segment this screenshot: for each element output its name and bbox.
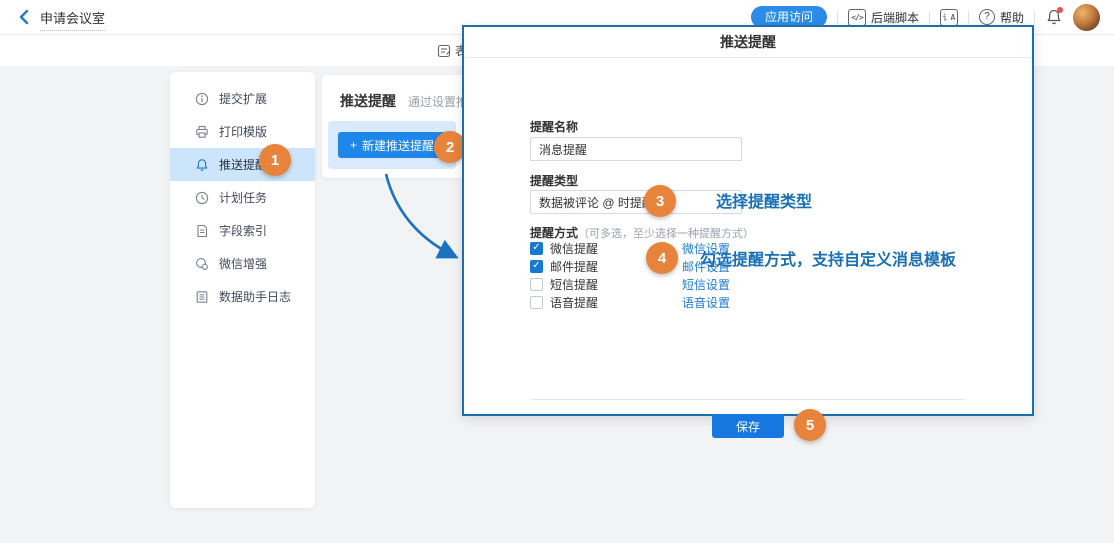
method-label: 语音提醒 bbox=[550, 294, 616, 311]
backend-script-button[interactable]: </> 后端脚本 bbox=[848, 9, 919, 26]
bell-icon bbox=[195, 158, 209, 172]
separator bbox=[968, 11, 969, 24]
method-row-voice: ✓ 语音提醒 语音设置 bbox=[530, 293, 730, 311]
code-icon: </> bbox=[848, 9, 866, 26]
email-checkbox[interactable]: ✓ bbox=[530, 260, 543, 273]
sidebar-item-label: 提交扩展 bbox=[219, 90, 267, 107]
sidebar-item-label: 计划任务 bbox=[219, 189, 267, 206]
method-label: 邮件提醒 bbox=[550, 258, 616, 275]
back-chevron-icon[interactable] bbox=[16, 8, 34, 26]
new-push-reminder-label: 新建推送提醒 bbox=[362, 137, 434, 154]
step-badge-5: 5 bbox=[794, 409, 826, 441]
user-avatar[interactable] bbox=[1073, 4, 1100, 31]
notification-dot bbox=[1057, 7, 1063, 13]
separator bbox=[929, 11, 930, 24]
document-icon bbox=[195, 224, 209, 238]
form-edit-icon bbox=[437, 44, 451, 58]
plus-icon: + bbox=[350, 138, 357, 152]
reminder-type-select[interactable] bbox=[530, 190, 742, 214]
clock-icon bbox=[195, 191, 209, 205]
wechat-icon bbox=[195, 257, 209, 271]
modal-divider bbox=[530, 399, 966, 400]
settings-sidebar: 提交扩展 打印模版 推送提醒 计划任务 字段索引 bbox=[170, 72, 315, 508]
info-icon bbox=[195, 92, 209, 106]
sms-checkbox[interactable]: ✓ bbox=[530, 278, 543, 291]
translate-icon[interactable]: 讠A bbox=[940, 9, 958, 26]
sidebar-item-label: 字段索引 bbox=[219, 222, 267, 239]
method-label: 微信提醒 bbox=[550, 240, 616, 257]
type-annotation: 选择提醒类型 bbox=[716, 188, 812, 212]
save-button[interactable]: 保存 bbox=[712, 414, 784, 438]
sidebar-item-field-index[interactable]: 字段索引 bbox=[170, 214, 315, 247]
backend-script-label: 后端脚本 bbox=[871, 9, 919, 26]
notification-bell-icon[interactable] bbox=[1045, 8, 1063, 26]
separator bbox=[837, 11, 838, 24]
reminder-name-label: 提醒名称 bbox=[530, 118, 578, 135]
help-button[interactable]: ? 帮助 bbox=[979, 9, 1024, 26]
printer-icon bbox=[195, 125, 209, 139]
push-reminder-modal: 推送提醒 提醒名称 提醒类型 3 选择提醒类型 提醒方式（可多选，至少选择一种提… bbox=[462, 25, 1034, 416]
sidebar-item-label: 数据助手日志 bbox=[219, 288, 291, 305]
method-label: 短信提醒 bbox=[550, 276, 616, 293]
panel-title: 推送提醒 bbox=[340, 91, 396, 111]
log-icon bbox=[195, 290, 209, 304]
tab-form-design[interactable]: 表 bbox=[437, 42, 464, 59]
method-row-sms: ✓ 短信提醒 短信设置 bbox=[530, 275, 730, 293]
sidebar-item-scheduled-task[interactable]: 计划任务 bbox=[170, 181, 315, 214]
help-label: 帮助 bbox=[1000, 9, 1024, 26]
sidebar-item-print-template[interactable]: 打印模版 bbox=[170, 115, 315, 148]
check-icon: ✓ bbox=[532, 243, 540, 253]
sidebar-item-push-reminder[interactable]: 推送提醒 bbox=[170, 148, 315, 181]
step-badge-3: 3 bbox=[644, 185, 676, 217]
sidebar-item-data-assistant-log[interactable]: 数据助手日志 bbox=[170, 280, 315, 313]
reminder-type-label: 提醒类型 bbox=[530, 172, 578, 189]
check-icon: ✓ bbox=[532, 261, 540, 271]
sidebar-item-label: 打印模版 bbox=[219, 123, 267, 140]
new-push-reminder-button[interactable]: + 新建推送提醒 bbox=[338, 132, 446, 158]
wechat-checkbox[interactable]: ✓ bbox=[530, 242, 543, 255]
connector-arrow bbox=[380, 172, 466, 268]
sidebar-item-label: 微信增强 bbox=[219, 255, 267, 272]
sms-settings-link[interactable]: 短信设置 bbox=[682, 276, 730, 293]
method-annotation: 勾选提醒方式，支持自定义消息模板 bbox=[700, 246, 956, 270]
sidebar-item-submit-extension[interactable]: 提交扩展 bbox=[170, 82, 315, 115]
voice-settings-link[interactable]: 语音设置 bbox=[682, 294, 730, 311]
voice-checkbox[interactable]: ✓ bbox=[530, 296, 543, 309]
page-title[interactable]: 申请会议室 bbox=[40, 8, 105, 31]
sidebar-item-wechat-enhance[interactable]: 微信增强 bbox=[170, 247, 315, 280]
step-badge-1: 1 bbox=[259, 144, 291, 176]
separator bbox=[1034, 11, 1035, 24]
question-icon: ? bbox=[979, 9, 995, 25]
modal-title: 推送提醒 bbox=[464, 27, 1032, 58]
step-badge-4: 4 bbox=[646, 242, 678, 274]
reminder-name-input[interactable] bbox=[530, 137, 742, 161]
